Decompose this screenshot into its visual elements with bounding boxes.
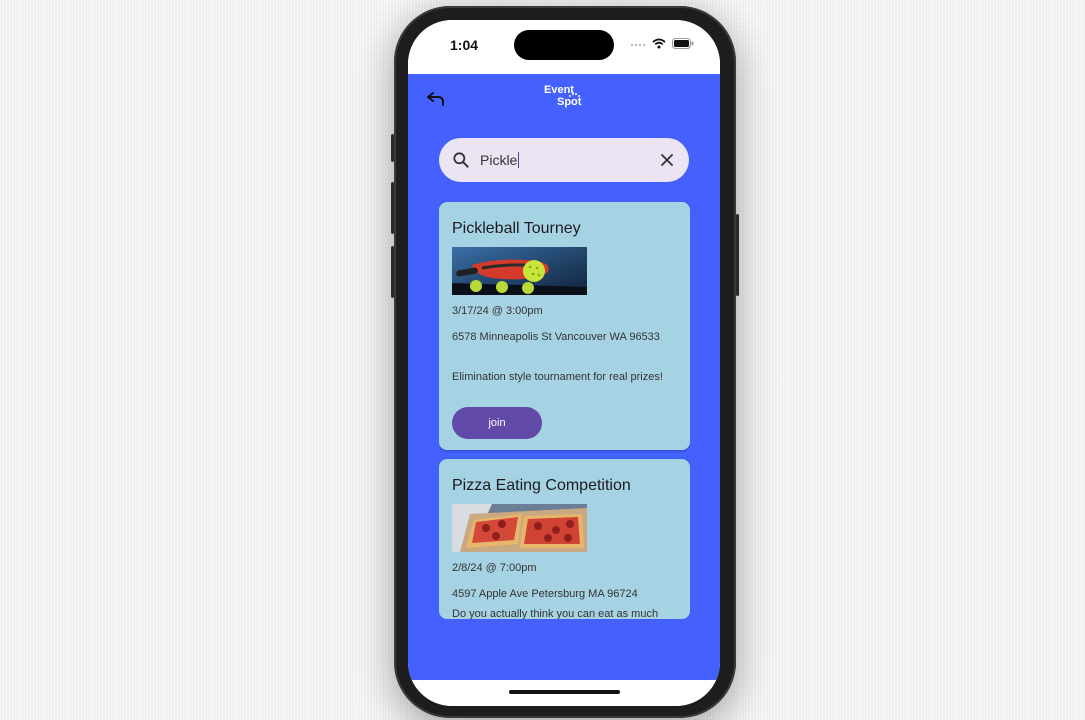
pizza-image — [452, 504, 587, 552]
status-bar: 1:04 — [408, 20, 720, 68]
event-list[interactable]: Pickleball Tourney 3/17/24 @ 3:00pm 6578… — [439, 202, 690, 619]
home-indicator[interactable] — [509, 690, 620, 694]
action-button — [391, 134, 394, 162]
main-content: Pickle Pickleball Tourney 3/17/24 @ 3:00… — [408, 122, 720, 680]
event-description: Do you actually think you can eat as muc… — [452, 608, 659, 619]
phone-screen: 1:04 Event Spot Pickle Pickleball Tourne… — [408, 20, 720, 706]
event-title: Pizza Eating Competition — [452, 477, 631, 494]
signal-icon — [630, 43, 646, 46]
close-icon[interactable] — [657, 150, 677, 170]
volume-up-button — [391, 182, 394, 234]
event-card[interactable]: Pickleball Tourney 3/17/24 @ 3:00pm 6578… — [439, 202, 690, 450]
pickleball-paddle-image — [452, 247, 587, 295]
event-title: Pickleball Tourney — [452, 220, 581, 237]
back-button[interactable] — [424, 86, 448, 110]
event-card[interactable]: Pizza Eating Competition 2/8/24 @ 7:00pm… — [439, 459, 690, 619]
phone-frame: 1:04 Event Spot Pickle Pickleball Tourne… — [391, 6, 739, 718]
search-input-value: Pickle — [480, 152, 518, 168]
dynamic-island — [514, 30, 614, 60]
search-input[interactable]: Pickle — [480, 152, 520, 168]
search-icon — [453, 152, 469, 168]
text-caret — [518, 152, 520, 168]
power-button — [736, 214, 739, 296]
status-icons — [630, 38, 694, 49]
event-address: 6578 Minneapolis St Vancouver WA 96533 — [452, 331, 660, 343]
volume-down-button — [391, 246, 394, 298]
battery-icon — [672, 38, 694, 49]
home-bar-area — [408, 680, 720, 706]
status-time: 1:04 — [450, 37, 479, 53]
event-date: 3/17/24 @ 3:00pm — [452, 305, 543, 317]
app-logo: Event Spot — [544, 84, 594, 114]
back-arrow-icon — [427, 92, 444, 106]
logo-spark-icon — [569, 93, 580, 97]
search-bar[interactable]: Pickle — [439, 138, 689, 182]
event-date: 2/8/24 @ 7:00pm — [452, 562, 537, 574]
wifi-icon — [652, 38, 666, 49]
event-description: Elimination style tournament for real pr… — [452, 371, 663, 383]
event-address: 4597 Apple Ave Petersburg MA 96724 — [452, 588, 638, 600]
join-button[interactable]: join — [452, 407, 542, 439]
app-bar: Event Spot — [408, 74, 720, 122]
